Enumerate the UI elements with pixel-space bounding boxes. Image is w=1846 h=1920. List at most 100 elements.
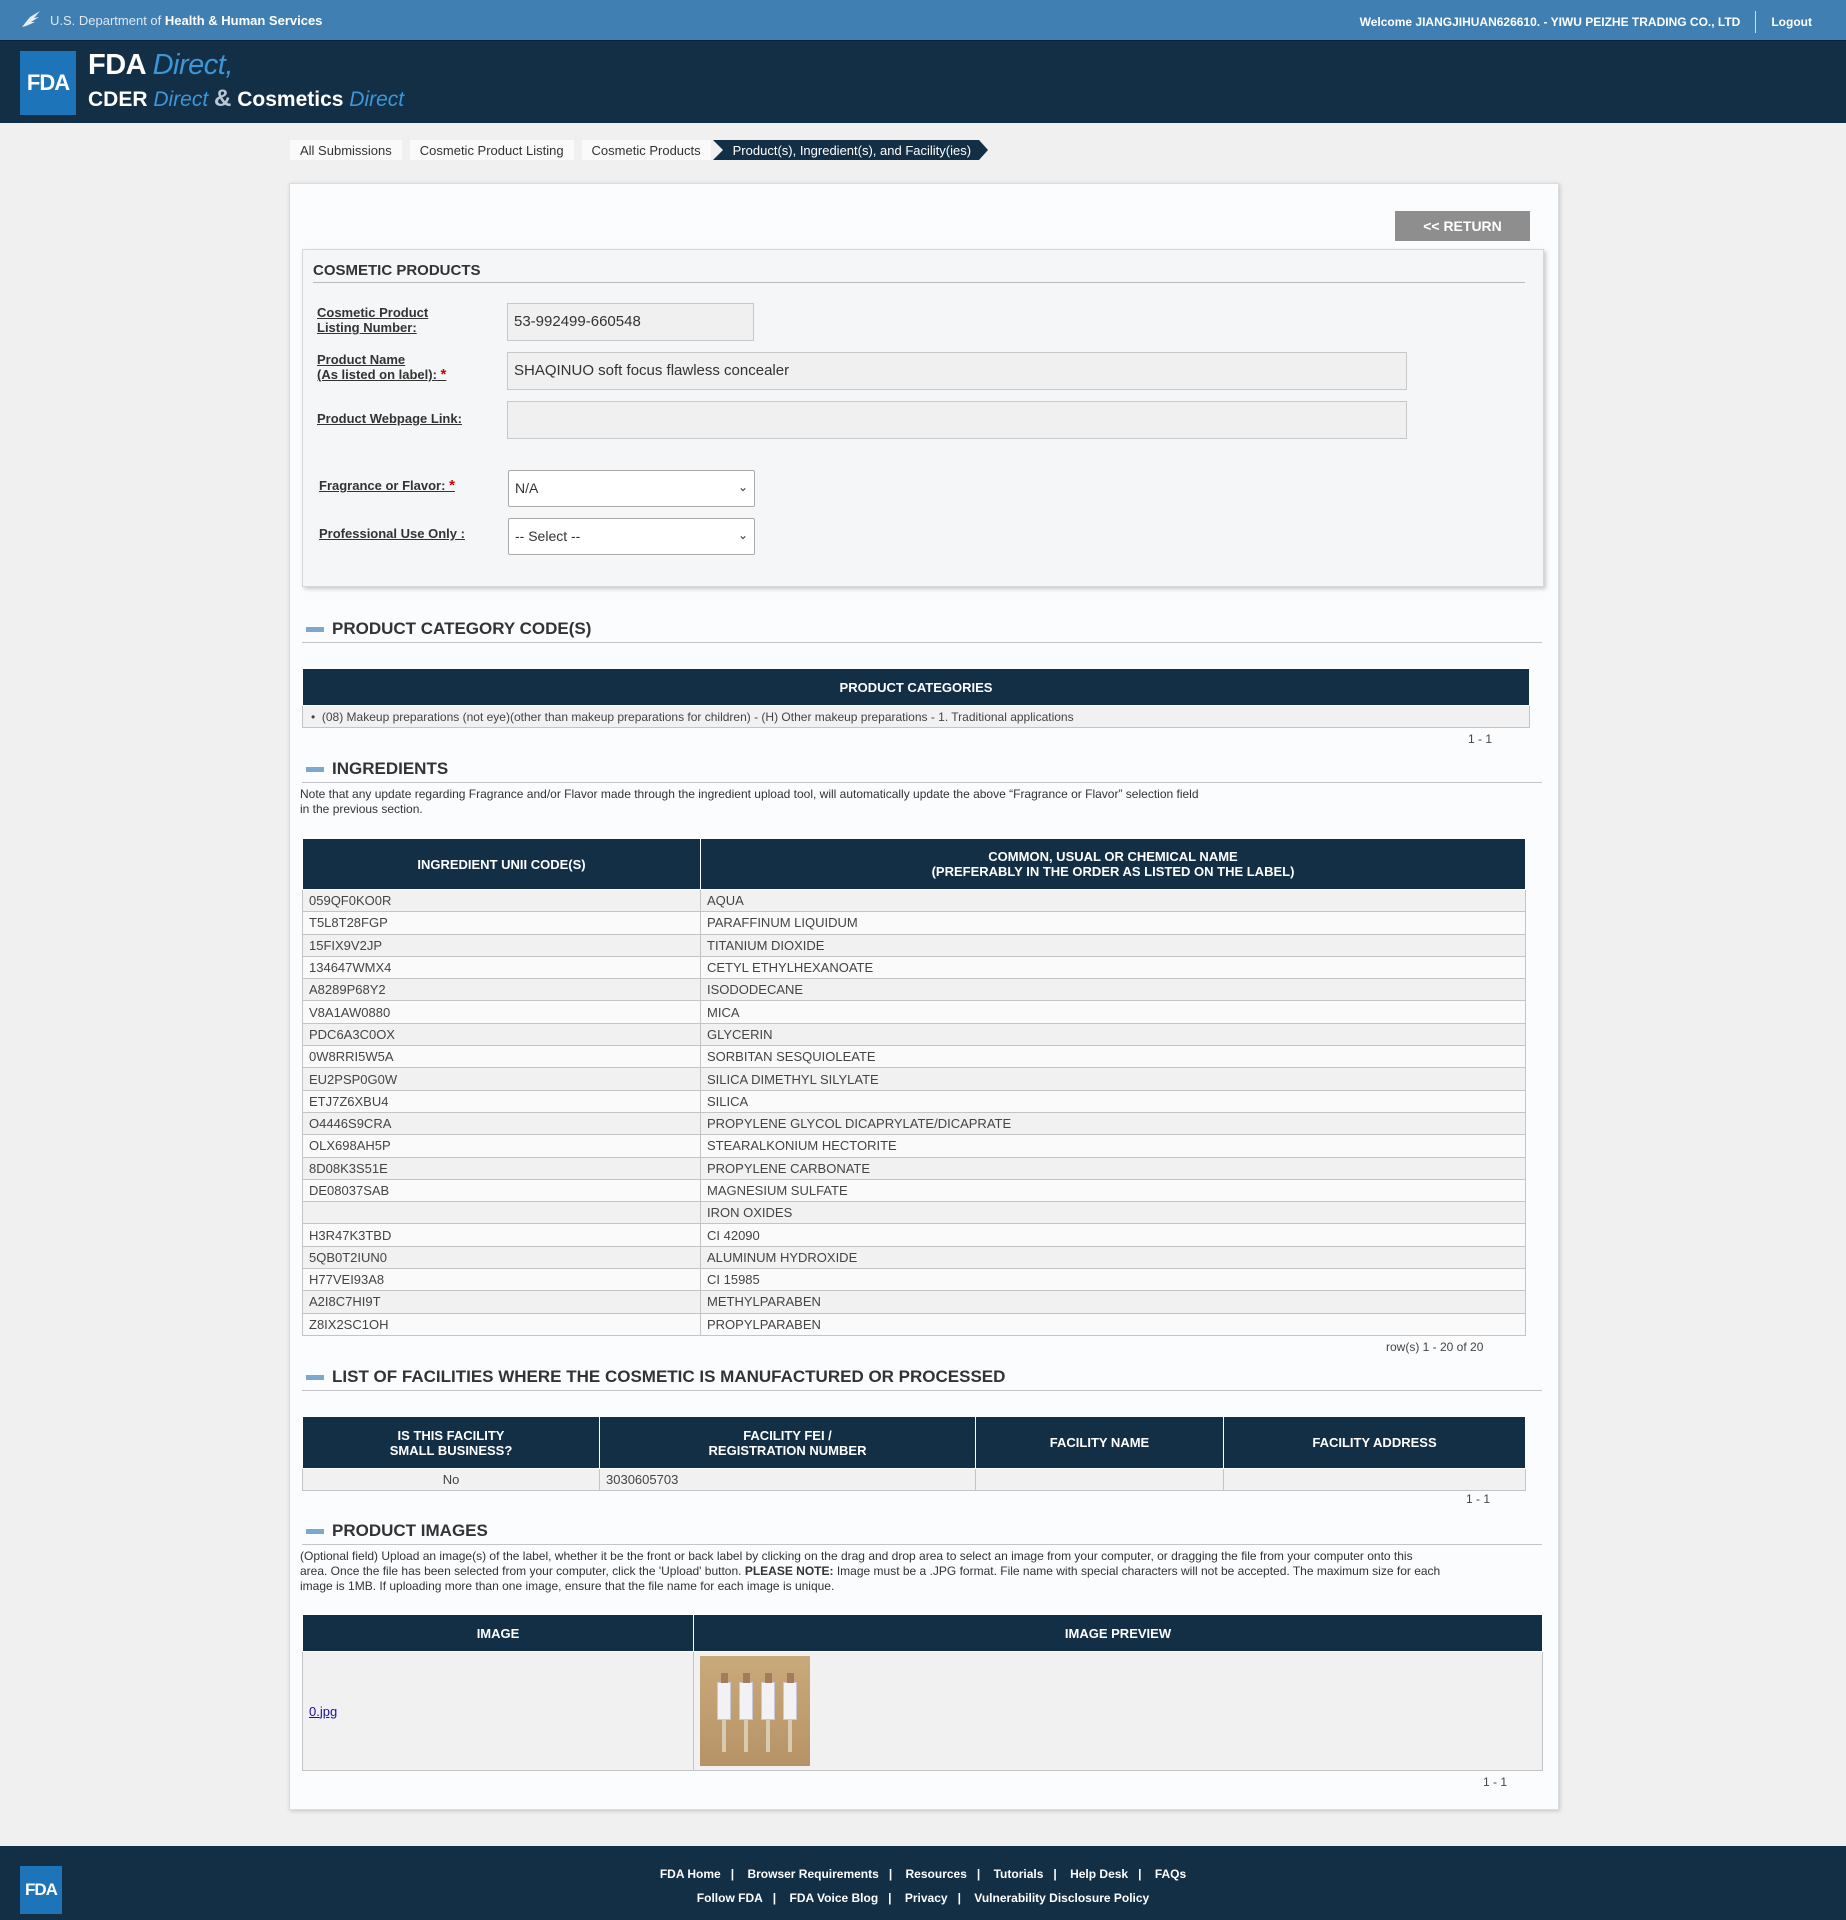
collapse-icon[interactable] bbox=[306, 627, 324, 632]
ingredient-name-cell: SORBITAN SESQUIOLEATE bbox=[700, 1045, 1526, 1069]
fragrance-select[interactable]: N/A ⌄ bbox=[508, 470, 755, 507]
footer-link-fda-home[interactable]: FDA Home bbox=[660, 1867, 721, 1881]
image-detail bbox=[739, 1673, 753, 1720]
ingredient-name-cell: CETYL ETHYLHEXANOATE bbox=[700, 955, 1526, 980]
footer-links-row-2: Follow FDA | FDA Voice Blog | Privacy | Vul… bbox=[0, 1891, 1846, 1905]
product-name-field[interactable]: SHAQINUO soft focus flawless concealer bbox=[507, 352, 1407, 390]
image-detail bbox=[722, 1716, 726, 1752]
image-detail bbox=[717, 1673, 731, 1720]
hhs-link[interactable]: U.S. Department of Health & Human Servic… bbox=[20, 9, 322, 32]
table-cell bbox=[1223, 1468, 1526, 1491]
footer-link-tutorials[interactable]: Tutorials bbox=[994, 1867, 1044, 1881]
divider: | bbox=[1053, 1867, 1057, 1881]
footer-link-faqs[interactable]: FAQs bbox=[1155, 1867, 1186, 1881]
collapse-icon[interactable] bbox=[306, 1375, 324, 1380]
table-row: IRON OXIDES bbox=[302, 1201, 1526, 1225]
listing-number-field[interactable]: 53-992499-660548 bbox=[507, 303, 754, 341]
webpage-link-field[interactable] bbox=[507, 401, 1407, 439]
ingredient-name-cell: SILICA DIMETHYL SILYLATE bbox=[700, 1067, 1526, 1091]
footer-link-vulnerability-disclosure[interactable]: Vulnerability Disclosure Policy bbox=[974, 1891, 1149, 1905]
table-cell bbox=[693, 1651, 1543, 1771]
brand-title-fda-direct: FDA Direct, bbox=[88, 49, 233, 81]
footer-link-follow-fda[interactable]: Follow FDA bbox=[697, 1891, 763, 1905]
column-header: FACILITY NAME bbox=[975, 1416, 1224, 1469]
hhs-eagle-icon bbox=[20, 9, 42, 32]
unii-code-cell: H77VEI93A8 bbox=[302, 1268, 701, 1292]
divider: | bbox=[976, 1867, 981, 1881]
column-header: IMAGE bbox=[302, 1614, 694, 1652]
divider: | bbox=[772, 1891, 777, 1905]
ingredient-name-cell: METHYLPARABEN bbox=[700, 1290, 1526, 1314]
table-cell bbox=[975, 1468, 1224, 1491]
footer-link-privacy[interactable]: Privacy bbox=[905, 1891, 948, 1905]
divider: | bbox=[888, 1891, 892, 1905]
table-cell: 0.jpg bbox=[302, 1651, 694, 1771]
hhs-top-bar: U.S. Department of Health & Human Servic… bbox=[0, 0, 1846, 40]
brand-title-cder-cosmetics: CDER Direct & Cosmetics Direct bbox=[88, 85, 405, 112]
table-row: ETJ7Z6XBU4 SILICA bbox=[302, 1089, 1526, 1113]
unii-code-cell: V8A1AW0880 bbox=[302, 1000, 701, 1024]
ingredient-name-cell: PROPYLENE CARBONATE bbox=[700, 1156, 1526, 1180]
image-detail bbox=[761, 1673, 775, 1720]
image-file-link[interactable]: 0.jpg bbox=[309, 1704, 337, 1719]
collapse-icon[interactable] bbox=[306, 1529, 324, 1534]
unii-code-cell: ETJ7Z6XBU4 bbox=[302, 1089, 701, 1113]
table-row: A2I8C7HI9T METHYLPARABEN bbox=[302, 1290, 1526, 1314]
professional-use-select[interactable]: -- Select -- ⌄ bbox=[508, 518, 755, 555]
image-detail bbox=[766, 1716, 770, 1752]
table-row: EU2PSP0G0W SILICA DIMETHYL SILYLATE bbox=[302, 1067, 1526, 1091]
table-row: T5L8T28FGP PARAFFINUM LIQUIDUM bbox=[302, 911, 1526, 935]
table-row: 15FIX9V2JP TITANIUM DIOXIDE bbox=[302, 933, 1526, 957]
breadcrumb-cosmetic-products[interactable]: Cosmetic Products bbox=[581, 140, 711, 160]
table-cell: No bbox=[302, 1468, 600, 1491]
product-images-section-title: PRODUCT IMAGES bbox=[302, 1521, 1542, 1545]
footer-link-resources[interactable]: Resources bbox=[906, 1867, 967, 1881]
product-category-section-title: PRODUCT CATEGORY CODE(S) bbox=[302, 619, 1542, 643]
breadcrumb: All Submissions Cosmetic Product Listing… bbox=[290, 140, 989, 160]
table-row: V8A1AW0880 MICA bbox=[302, 1000, 1526, 1024]
column-header: COMMON, USUAL OR CHEMICAL NAME (PREFERABL… bbox=[700, 838, 1526, 890]
logout-link[interactable]: Logout bbox=[1771, 15, 1812, 29]
breadcrumb-cosmetic-product-listing[interactable]: Cosmetic Product Listing bbox=[409, 140, 574, 160]
ingredient-name-cell: CI 15985 bbox=[700, 1268, 1526, 1292]
ingredient-name-cell: PROPYLPARABEN bbox=[700, 1312, 1526, 1336]
table-row: H3R47K3TBD CI 42090 bbox=[302, 1223, 1526, 1247]
table-row: • (08) Makeup preparations (not eye)(oth… bbox=[302, 705, 1530, 728]
product-categories-table: PRODUCT CATEGORIES • (08) Makeup prepara… bbox=[302, 668, 1530, 728]
unii-code-cell: PDC6A3C0OX bbox=[302, 1022, 701, 1047]
product-name-label: Product Name (As listed on label): * bbox=[317, 352, 447, 383]
table-row: 0W8RRI5W5A SORBITAN SESQUIOLEATE bbox=[302, 1045, 1526, 1069]
unii-code-cell: Z8IX2SC1OH bbox=[302, 1312, 701, 1336]
categories-pager: 1 - 1 bbox=[1468, 732, 1493, 746]
ingredient-name-cell: MICA bbox=[700, 1000, 1526, 1024]
column-header: FACILITY FEI / REGISTRATION NUMBER bbox=[599, 1416, 976, 1469]
return-button[interactable]: << RETURN bbox=[1395, 211, 1530, 241]
product-image-preview[interactable] bbox=[700, 1656, 810, 1766]
footer-link-voice-blog[interactable]: FDA Voice Blog bbox=[789, 1891, 878, 1905]
ingredient-name-cell: TITANIUM DIOXIDE bbox=[700, 933, 1526, 957]
divider: | bbox=[1138, 1867, 1142, 1881]
unii-code-cell: T5L8T28FGP bbox=[302, 911, 701, 935]
unii-code-cell: 5QB0T2IUN0 bbox=[302, 1245, 701, 1270]
column-header: IS THIS FACILITY SMALL BUSINESS? bbox=[302, 1416, 600, 1469]
collapse-icon[interactable] bbox=[306, 767, 324, 772]
table-cell: 3030605703 bbox=[599, 1468, 976, 1491]
footer-link-browser-requirements[interactable]: Browser Requirements bbox=[747, 1867, 878, 1881]
facilities-pager: 1 - 1 bbox=[1466, 1492, 1491, 1506]
image-detail bbox=[783, 1673, 797, 1720]
chevron-down-icon: ⌄ bbox=[737, 480, 748, 494]
fragrance-label: Fragrance or Flavor: * bbox=[319, 477, 455, 494]
image-detail bbox=[744, 1716, 748, 1752]
breadcrumb-all-submissions[interactable]: All Submissions bbox=[290, 140, 402, 160]
ingredient-name-cell: ALUMINUM HYDROXIDE bbox=[700, 1245, 1526, 1270]
fda-logo[interactable]: FDA bbox=[20, 51, 76, 115]
footer-link-help-desk[interactable]: Help Desk bbox=[1070, 1867, 1128, 1881]
column-header: IMAGE PREVIEW bbox=[693, 1614, 1543, 1652]
table-row: 0.jpg bbox=[302, 1651, 1543, 1771]
facilities-table: IS THIS FACILITY SMALL BUSINESS? FACILITY… bbox=[302, 1416, 1526, 1491]
column-header: PRODUCT CATEGORIES bbox=[302, 668, 1530, 706]
table-row: OLX698AH5P STEARALKONIUM HECTORITE bbox=[302, 1134, 1526, 1158]
unii-code-cell: A8289P68Y2 bbox=[302, 978, 701, 1002]
hhs-dept-text: U.S. Department of Health & Human Servic… bbox=[50, 13, 323, 28]
ingredient-name-cell: GLYCERIN bbox=[700, 1022, 1526, 1047]
